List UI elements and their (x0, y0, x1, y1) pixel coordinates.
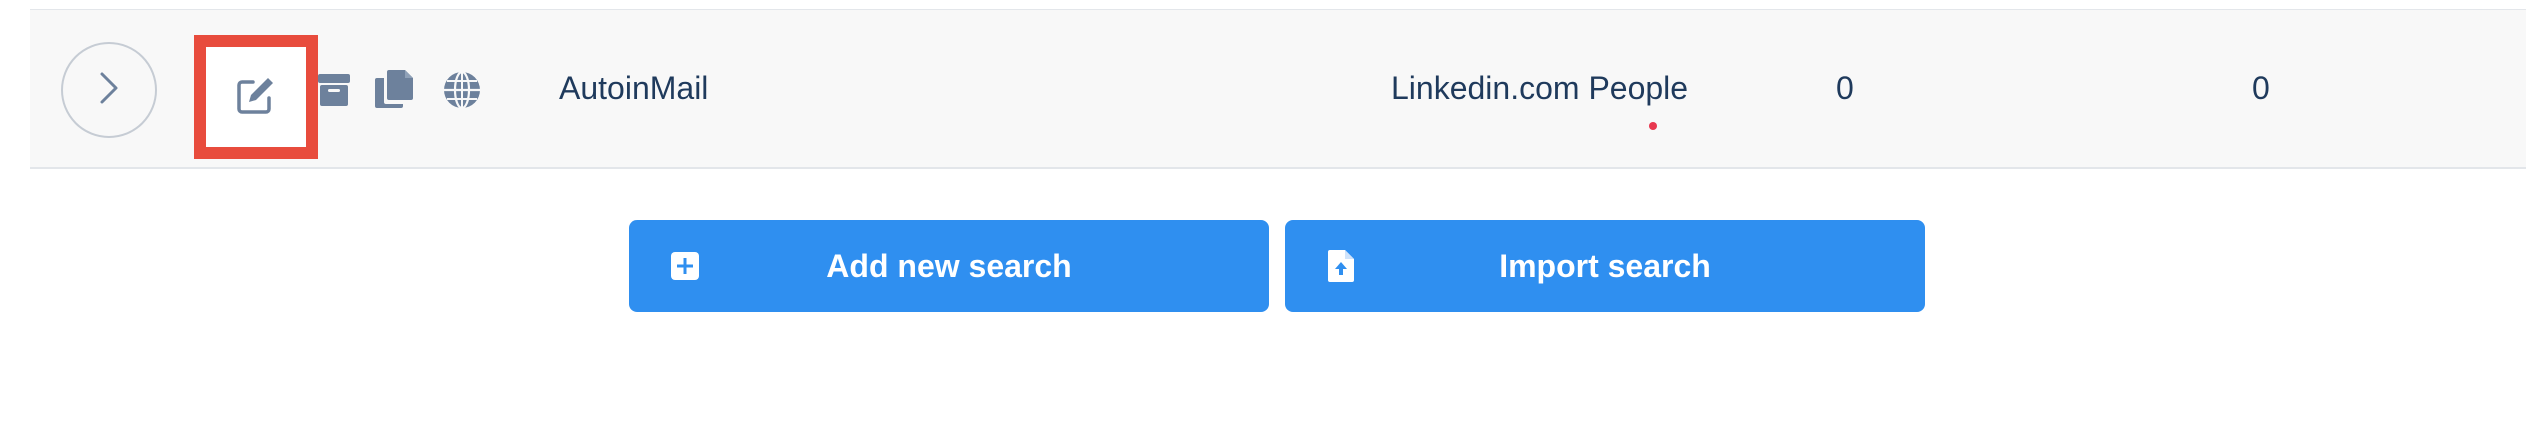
import-search-label: Import search (1499, 247, 1711, 284)
web-button[interactable] (440, 70, 484, 114)
chevron-right-icon (98, 71, 120, 110)
search-row: AutoinMail Linkedin.com People 0 0 (30, 9, 2526, 169)
archive-button[interactable] (313, 71, 355, 113)
plus-square-icon (670, 251, 700, 281)
archive-icon (317, 72, 351, 113)
page: AutoinMail Linkedin.com People 0 0 Add n… (0, 0, 2526, 424)
import-search-button[interactable]: Import search (1285, 220, 1925, 312)
duplicate-button[interactable] (371, 68, 417, 114)
expand-row-button[interactable] (61, 42, 157, 138)
file-upload-icon (1326, 250, 1356, 282)
result-count-1: 0 (1836, 70, 1854, 106)
copy-icon (373, 68, 415, 115)
search-source: Linkedin.com People (1391, 70, 1689, 106)
add-new-search-button[interactable]: Add new search (629, 220, 1269, 312)
result-count-2: 0 (2252, 70, 2270, 106)
edit-button[interactable] (206, 47, 306, 147)
status-indicator-dot (1649, 122, 1657, 130)
edit-icon (235, 74, 277, 121)
add-new-search-label: Add new search (826, 247, 1072, 284)
search-name[interactable]: AutoinMail (559, 66, 708, 110)
edit-highlight-box (194, 35, 318, 159)
globe-icon (442, 70, 482, 115)
